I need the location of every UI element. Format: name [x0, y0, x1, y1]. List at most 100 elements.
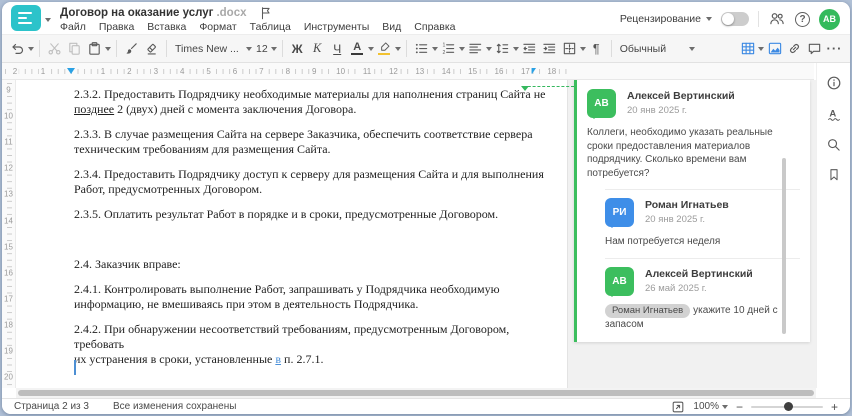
bullet-list-button[interactable]: [412, 38, 431, 60]
highlight-color-swatch: [378, 52, 391, 56]
svg-text:1: 1: [442, 42, 445, 48]
fit-width-icon[interactable]: [671, 400, 685, 414]
mention-chip[interactable]: Роман Игнатьев: [605, 303, 691, 319]
ruler-number: 16: [2, 268, 15, 278]
scissors-icon: [48, 43, 61, 55]
zoom-slider-knob[interactable]: [783, 402, 793, 411]
bullet-list-caret-icon[interactable]: [431, 47, 438, 54]
help-icon[interactable]: ?: [795, 11, 810, 27]
highlight-caret-icon[interactable]: [394, 47, 401, 54]
paste-caret-icon[interactable]: [105, 47, 111, 54]
menu-item-Правка[interactable]: Правка: [99, 21, 134, 33]
ruler-number: 8: [283, 67, 293, 76]
menu-item-Файл[interactable]: Файл: [60, 21, 86, 33]
user-avatar[interactable]: АВ: [819, 8, 840, 30]
menu-item-Инструменты[interactable]: Инструменты: [304, 21, 369, 33]
document-text[interactable]: 2.3.2. Предоставить Подрядчику необходим…: [74, 87, 546, 377]
info-panel-button[interactable]: [826, 75, 842, 91]
highlight-button[interactable]: [375, 38, 394, 60]
comment-text: Нам потребуется неделя: [605, 236, 721, 247]
line-spacing-button[interactable]: [493, 38, 512, 60]
horizontal-scroll-thumb[interactable]: [18, 390, 814, 396]
page-indicator[interactable]: Страница 2 из 3: [14, 401, 89, 412]
paste-button[interactable]: [85, 38, 104, 60]
paragraph[interactable]: 2.3.4. Предоставить Подрядчику доступ к …: [74, 167, 546, 197]
undo-icon: [11, 43, 23, 54]
insert-comment-button[interactable]: [805, 38, 824, 60]
borders-caret-icon[interactable]: [579, 47, 586, 54]
font-size-select[interactable]: 12: [253, 43, 277, 55]
menu-item-Вставка[interactable]: Вставка: [147, 21, 186, 33]
insert-image-button[interactable]: [765, 38, 784, 60]
ruler-number: 11: [2, 137, 15, 147]
align-button[interactable]: [466, 38, 485, 60]
menu-item-Справка[interactable]: Справка: [414, 21, 455, 33]
numbered-list-button[interactable]: 1 2: [439, 38, 458, 60]
vertical-ruler[interactable]: 9 10 11 12 13 14 15 16 17 18 19 20: [2, 80, 16, 388]
vertical-scrollbar[interactable]: [782, 158, 786, 334]
review-mode-button[interactable]: Рецензирование: [620, 13, 701, 25]
document-page[interactable]: 2.3.2. Предоставить Подрядчику необходим…: [16, 80, 568, 388]
menu-item-Вид[interactable]: Вид: [382, 21, 401, 33]
paragraph[interactable]: 2.3.2. Предоставить Подрядчику необходим…: [74, 87, 546, 117]
copy-button[interactable]: [65, 38, 84, 60]
insert-table-button[interactable]: [738, 38, 757, 60]
text-run: 2 (двух) дней с момента заключения Догов…: [114, 102, 357, 116]
insert-link-button[interactable]: [785, 38, 804, 60]
paragraph[interactable]: 2.3.5. Оплатить результат Работ в порядк…: [74, 207, 546, 222]
review-caret-icon[interactable]: [706, 17, 712, 24]
zoom-in-button[interactable]: +: [831, 401, 838, 413]
numbered-list-caret-icon[interactable]: [458, 47, 465, 54]
font-color-caret-icon[interactable]: [367, 47, 374, 54]
title-row: Договор на оказание услуг .docx: [60, 6, 273, 19]
review-toggle[interactable]: [721, 12, 749, 26]
horizontal-scrollbar[interactable]: [16, 388, 816, 398]
paragraph-style-select[interactable]: Обычный: [617, 43, 695, 55]
zoom-out-button[interactable]: −: [736, 401, 743, 413]
bookmarks-button[interactable]: [827, 167, 841, 182]
comment-text: Роман Игнатьев укажите 10 дней с запасом: [605, 303, 778, 331]
paragraph[interactable]: 2.3.3. В случае размещения Сайта на серв…: [74, 127, 546, 157]
right-sidebar: А: [816, 63, 850, 388]
app-menu-caret-icon[interactable]: [45, 18, 51, 25]
app-menu-button[interactable]: [11, 5, 41, 31]
borders-button[interactable]: [560, 38, 579, 60]
zoom-value-select[interactable]: 100%: [693, 401, 728, 412]
menu-item-Таблица[interactable]: Таблица: [250, 21, 291, 33]
comment[interactable]: АВ Алексей Вертинский 20 янв 2025 г. Коллег…: [587, 89, 800, 180]
font-name-select[interactable]: Times New ...: [172, 43, 252, 55]
align-caret-icon[interactable]: [485, 47, 492, 54]
clear-style-button[interactable]: [142, 38, 161, 60]
paragraph[interactable]: 2.4. Заказчик вправе:: [74, 257, 546, 272]
search-button[interactable]: [826, 137, 841, 152]
paragraph[interactable]: [74, 232, 546, 247]
comment-reply[interactable]: РИ Роман Игнатьев 20 янв 2025 г. Нам потреб…: [605, 189, 800, 249]
horizontal-ruler[interactable]: 2 1 1 2 3 4 5 6 7 8 9 10 11 12 13 14 15 16 17 18: [2, 63, 814, 80]
zoom-slider[interactable]: [750, 402, 823, 411]
bold-button[interactable]: Ж: [288, 38, 307, 60]
ruler-number: 6: [230, 67, 240, 76]
menu-item-Формат[interactable]: Формат: [199, 21, 236, 33]
flag-icon[interactable]: [259, 6, 273, 20]
paragraph[interactable]: 2.4.1. Контролировать выполнение Работ, …: [74, 282, 546, 312]
spellcheck-button[interactable]: А: [826, 106, 842, 122]
undo-button[interactable]: [8, 38, 27, 60]
increase-indent-button[interactable]: [540, 38, 559, 60]
table-caret-icon[interactable]: [758, 47, 764, 54]
decrease-indent-button[interactable]: [520, 38, 539, 60]
copy-style-button[interactable]: [122, 38, 141, 60]
undo-caret-icon[interactable]: [28, 47, 34, 54]
comment-reply[interactable]: АВ Алексей Вертинский 26 май 2025 г. Роман …: [605, 257, 800, 332]
nonprinting-chars-button[interactable]: ¶: [587, 38, 606, 60]
indent-marker-left[interactable]: [67, 68, 75, 78]
font-color-button[interactable]: А: [348, 38, 367, 60]
cut-button[interactable]: [45, 38, 64, 60]
paragraph[interactable]: 2.4.2. При обнаружении несоответствий тр…: [74, 322, 546, 367]
italic-button[interactable]: К: [308, 38, 327, 60]
bullet-list-icon: [415, 43, 427, 54]
line-spacing-caret-icon[interactable]: [512, 47, 519, 54]
underline-button[interactable]: Ч: [328, 38, 347, 60]
toolbar-more-button[interactable]: ···: [825, 38, 844, 60]
users-icon[interactable]: [768, 11, 786, 27]
comment-thread[interactable]: АВ Алексей Вертинский 20 янв 2025 г. Коллег…: [574, 80, 810, 342]
